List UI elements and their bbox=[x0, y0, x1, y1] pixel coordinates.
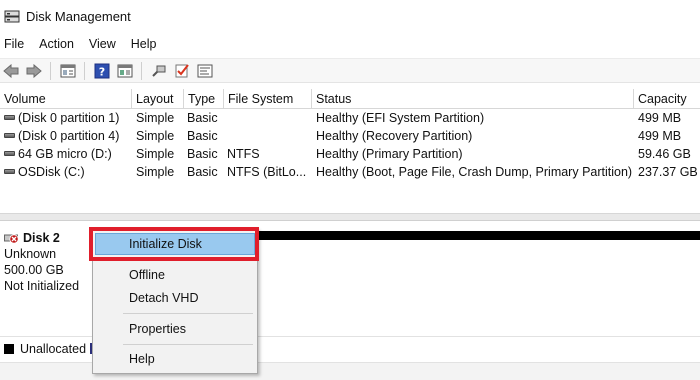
toolbar: ? bbox=[0, 58, 700, 83]
cell-type: Basic bbox=[187, 165, 218, 179]
column-header-status[interactable]: Status bbox=[311, 89, 633, 109]
disk-state: Not Initialized bbox=[4, 279, 80, 293]
menu-item-properties[interactable]: Properties bbox=[93, 318, 257, 340]
callout-highlight-box bbox=[89, 227, 259, 261]
toolbar-separator bbox=[84, 61, 85, 80]
cell-file-system: NTFS (BitLo... bbox=[227, 165, 307, 179]
disk-label[interactable]: Disk 2 Unknown 500.00 GB Not Initialized bbox=[4, 230, 99, 294]
menu-help[interactable]: Help bbox=[131, 37, 157, 51]
cell-layout: Simple bbox=[136, 111, 175, 125]
cell-file-system: NTFS bbox=[227, 147, 260, 161]
column-header-volume[interactable]: Volume bbox=[0, 89, 131, 109]
cell-capacity: 499 MB bbox=[638, 111, 682, 125]
column-header-capacity[interactable]: Capacity bbox=[633, 89, 700, 109]
disk-error-icon bbox=[4, 232, 20, 245]
cell-layout: Simple bbox=[136, 165, 175, 179]
disk-size: 500.00 GB bbox=[4, 263, 64, 277]
show-hide-pane-icon[interactable] bbox=[114, 61, 135, 81]
menu-item-help[interactable]: Help bbox=[93, 348, 257, 370]
toolbar-separator bbox=[50, 61, 51, 80]
disk-name: Disk 2 bbox=[23, 231, 60, 245]
cell-type: Basic bbox=[187, 129, 218, 143]
cell-layout: Simple bbox=[136, 147, 175, 161]
menu-separator bbox=[123, 344, 253, 345]
table-row[interactable]: OSDisk (C:) Simple Basic NTFS (BitLo... … bbox=[0, 163, 700, 181]
cell-capacity: 237.37 GB bbox=[638, 165, 698, 179]
cell-status: Healthy (Primary Partition) bbox=[316, 147, 463, 161]
cell-status: Healthy (Boot, Page File, Crash Dump, Pr… bbox=[316, 165, 633, 179]
menu-bar: File Action View Help bbox=[0, 33, 700, 55]
cell-volume: OSDisk (C:) bbox=[18, 165, 85, 179]
checkmark-icon[interactable] bbox=[171, 61, 192, 81]
cell-volume: (Disk 0 partition 1) bbox=[18, 111, 120, 125]
window-title: Disk Management bbox=[26, 8, 131, 24]
title-bar: Disk Management bbox=[0, 0, 700, 32]
menu-separator bbox=[123, 313, 253, 314]
menu-item-detach-vhd[interactable]: Detach VHD bbox=[93, 287, 257, 309]
column-header-type[interactable]: Type bbox=[183, 89, 223, 109]
properties-panel-icon[interactable] bbox=[57, 61, 78, 81]
menu-view[interactable]: View bbox=[89, 37, 116, 51]
cell-file-system bbox=[223, 127, 311, 145]
disk-kind: Unknown bbox=[4, 247, 57, 261]
console-icon[interactable] bbox=[194, 61, 215, 81]
cell-type: Basic bbox=[187, 147, 218, 161]
toolbar-separator bbox=[141, 61, 142, 80]
cell-type: Basic bbox=[187, 111, 218, 125]
unallocated-swatch bbox=[4, 343, 14, 354]
cell-volume: 64 GB micro (D:) bbox=[18, 147, 112, 161]
cell-capacity: 499 MB bbox=[638, 129, 682, 143]
menu-item-offline[interactable]: Offline bbox=[93, 264, 257, 286]
table-row[interactable]: (Disk 0 partition 4) Simple Basic Health… bbox=[0, 127, 700, 145]
menu-file[interactable]: File bbox=[4, 37, 24, 51]
pane-splitter[interactable] bbox=[0, 213, 700, 221]
cell-status: Healthy (Recovery Partition) bbox=[316, 129, 473, 143]
table-row[interactable]: (Disk 0 partition 1) Simple Basic Health… bbox=[0, 109, 700, 127]
connect-icon[interactable] bbox=[148, 61, 169, 81]
help-icon[interactable]: ? bbox=[91, 61, 112, 81]
disk-name-row: Disk 2 bbox=[4, 230, 99, 246]
forward-arrow-icon[interactable] bbox=[23, 61, 44, 81]
disk-management-icon bbox=[4, 9, 20, 23]
svg-text:?: ? bbox=[98, 65, 104, 78]
cell-file-system bbox=[223, 109, 311, 127]
column-header-file-system[interactable]: File System bbox=[223, 89, 311, 109]
menu-action[interactable]: Action bbox=[39, 37, 74, 51]
column-header-layout[interactable]: Layout bbox=[131, 89, 183, 109]
legend-unallocated-label: Unallocated bbox=[20, 341, 87, 356]
cell-capacity: 59.46 GB bbox=[638, 147, 691, 161]
cell-status: Healthy (EFI System Partition) bbox=[316, 111, 485, 125]
cell-volume: (Disk 0 partition 4) bbox=[18, 129, 120, 143]
cell-layout: Simple bbox=[136, 129, 175, 143]
volume-list-header: Volume Layout Type File System Status Ca… bbox=[0, 89, 700, 109]
table-row[interactable]: 64 GB micro (D:) Simple Basic NTFS Healt… bbox=[0, 145, 700, 163]
back-arrow-icon[interactable] bbox=[0, 61, 21, 81]
unallocated-region-bar[interactable] bbox=[256, 231, 700, 240]
